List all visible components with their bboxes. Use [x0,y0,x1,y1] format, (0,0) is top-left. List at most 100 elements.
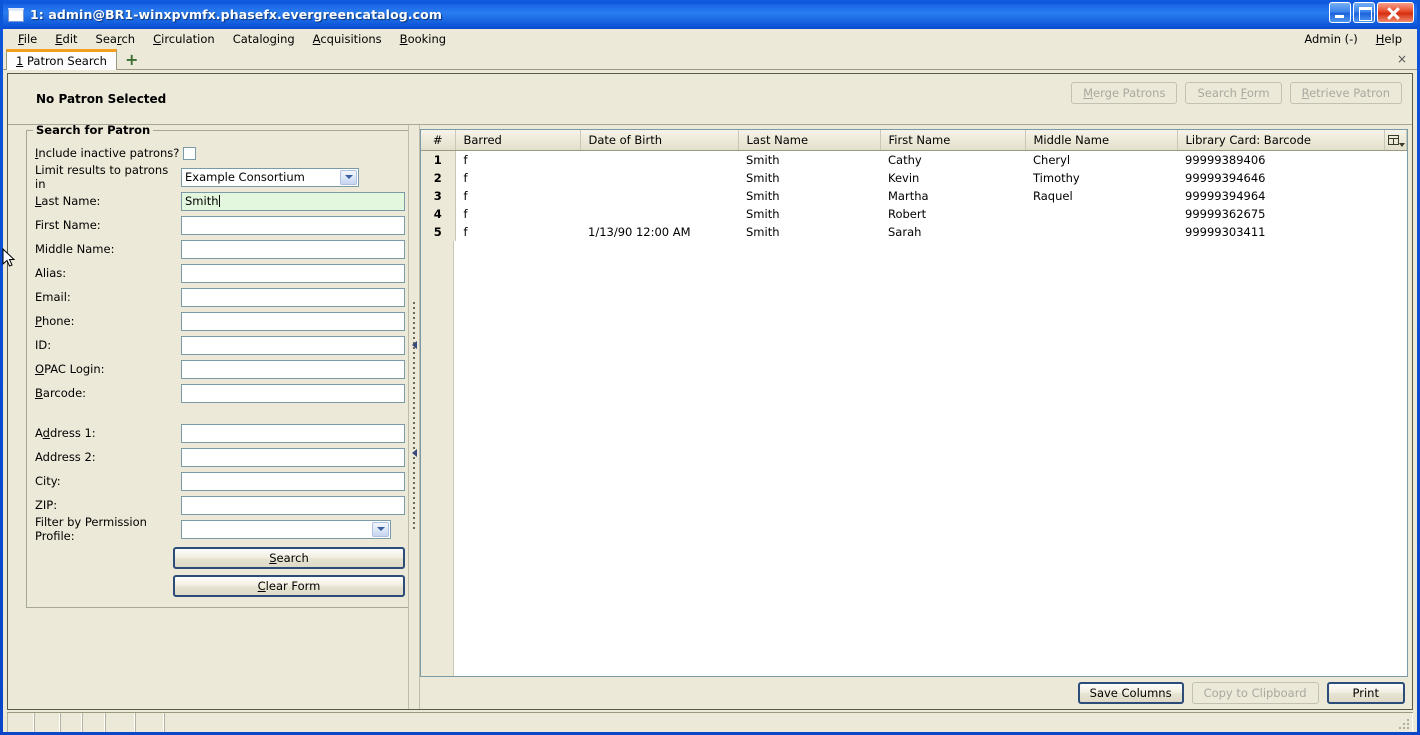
patron-search-panel: Search for Patron Include inactive patro… [8,125,414,709]
window-title: 1: admin@BR1-winxpvmfx.phasefx.evergreen… [30,7,442,22]
close-tab-icon[interactable]: × [1397,52,1407,66]
alias-input[interactable] [181,263,405,283]
patron-header-actions: Merge Patrons Search Form Retrieve Patro… [1071,82,1402,104]
cell-first: Kevin [888,170,920,185]
column-header-num[interactable]: # [421,130,456,151]
column-header-middle[interactable]: Middle Name [1025,130,1178,151]
minimize-button[interactable] [1329,2,1351,23]
new-tab-button[interactable]: + [125,52,138,69]
include-inactive-label: Include inactive patrons? [35,146,180,160]
last-name-label: Last Name: [35,194,101,208]
merge-patrons-button[interactable]: Merge Patrons [1071,82,1178,104]
table-row[interactable]: 2 f Smith Kevin Timothy 99999394646 [421,168,1407,187]
cell-last: Smith [746,188,780,203]
first-name-input[interactable] [181,215,405,235]
column-picker-button[interactable] [1384,130,1407,151]
patron-status-label: No Patron Selected [36,92,167,106]
phone-input[interactable] [181,311,405,331]
search-button-row: Search [35,547,405,569]
opac-login-input[interactable] [181,359,405,379]
clear-form-button-row: Clear Form [35,575,405,597]
menu-admin[interactable]: Admin (-) [1295,30,1366,48]
column-header-barcode[interactable]: Library Card: Barcode [1177,130,1385,151]
column-header-barred[interactable]: Barred [455,130,581,151]
table-row[interactable]: 3 f Smith Martha Raquel 99999394964 [421,186,1407,205]
close-button[interactable] [1377,2,1414,23]
search-form-button[interactable]: Search Form [1185,82,1282,104]
results-table-body: 1 f Smith Cathy Cheryl 99999389406 2 f Smith Kevi… [421,150,1407,241]
cell-barred: f [463,224,468,239]
org-unit-select[interactable]: Example Consortium [181,167,359,187]
menu-acquisitions[interactable]: Acquisitions [304,30,391,48]
menu-cataloging[interactable]: Cataloging [224,30,304,48]
print-button[interactable]: Print [1326,682,1405,704]
menu-help[interactable]: Help [1367,30,1411,48]
first-name-row: First Name: [35,213,405,237]
zip-input[interactable] [181,495,405,515]
retrieve-patron-button[interactable]: Retrieve Patron [1289,82,1402,104]
cell-num: 5 [421,222,456,241]
status-pane-2 [34,713,60,732]
alias-row: Alias: [35,261,405,285]
cell-num: 2 [421,168,456,187]
include-inactive-checkbox[interactable] [183,146,196,160]
status-pane-7 [164,713,1413,732]
last-name-input[interactable]: Smith [181,191,405,211]
city-label: City: [35,474,61,488]
column-header-last[interactable]: Last Name [738,130,881,151]
cell-spacer [1385,151,1407,169]
menu-bar: File Edit Search Circulation Cataloging … [3,29,1417,49]
barcode-input[interactable] [181,383,405,403]
address1-input[interactable] [181,423,405,443]
splitter-collapse-down-icon[interactable] [412,449,417,457]
table-row[interactable]: 4 f Smith Robert 99999362675 [421,204,1407,223]
cell-barcode: 99999362675 [1185,206,1266,221]
column-header-dob[interactable]: Date of Birth [580,130,739,151]
menu-circulation[interactable]: Circulation [144,30,224,48]
city-row: City: [35,469,405,493]
results-list-box: # Barred Date of Birth Last Name First Name M… [420,129,1408,677]
zip-label: ZIP: [35,498,58,512]
table-row[interactable]: 1 f Smith Cathy Cheryl 99999389406 [421,150,1407,169]
cell-first: Cathy [888,152,922,167]
save-columns-button[interactable]: Save Columns [1077,682,1184,704]
cell-barcode: 99999389406 [1185,152,1266,167]
cell-dob [580,169,738,187]
menu-edit[interactable]: Edit [46,30,86,48]
menu-file[interactable]: File [9,30,46,48]
column-picker-icon [1387,133,1405,147]
middle-name-input[interactable] [181,239,405,259]
permission-profile-select[interactable] [181,519,391,539]
patron-results-table: # Barred Date of Birth Last Name First Name M… [421,130,1407,241]
status-pane-1 [7,713,34,732]
alias-label: Alias: [35,266,67,280]
main-split-pane: Search for Patron Include inactive patro… [8,125,1412,709]
menu-bar-right: Admin (-) Help [1295,29,1411,49]
email-input[interactable] [181,287,405,307]
address2-input[interactable] [181,447,405,467]
tab-patron-search[interactable]: 1 Patron Search [6,49,117,70]
copy-to-clipboard-button[interactable]: Copy to Clipboard [1191,682,1319,704]
barcode-row: Barcode: [35,381,405,405]
chevron-down-icon [372,521,389,537]
id-row: ID: [35,333,405,357]
table-row[interactable]: 5 f 1/13/90 12:00 AM Smith Sarah 99999303411 [421,222,1407,241]
splitter-collapse-up-icon[interactable] [412,341,417,349]
include-inactive-row: Include inactive patrons? [35,141,405,165]
city-input[interactable] [181,471,405,491]
panel-splitter[interactable] [408,125,420,709]
id-input[interactable] [181,335,405,355]
search-button[interactable]: Search [173,547,405,569]
resize-grip-icon[interactable] [1397,717,1411,731]
last-name-value: Smith [185,193,219,208]
column-header-first[interactable]: First Name [880,130,1026,151]
cell-dob: 1/13/90 12:00 AM [588,224,691,239]
menu-booking[interactable]: Booking [391,30,455,48]
clear-form-button[interactable]: Clear Form [173,575,405,597]
address1-row: Address 1: [35,421,405,445]
cell-spacer [1385,169,1407,187]
maximize-button[interactable] [1353,2,1375,23]
cell-barred: f [463,188,468,203]
menu-search[interactable]: Search [87,30,145,48]
cell-num: 3 [421,186,456,205]
